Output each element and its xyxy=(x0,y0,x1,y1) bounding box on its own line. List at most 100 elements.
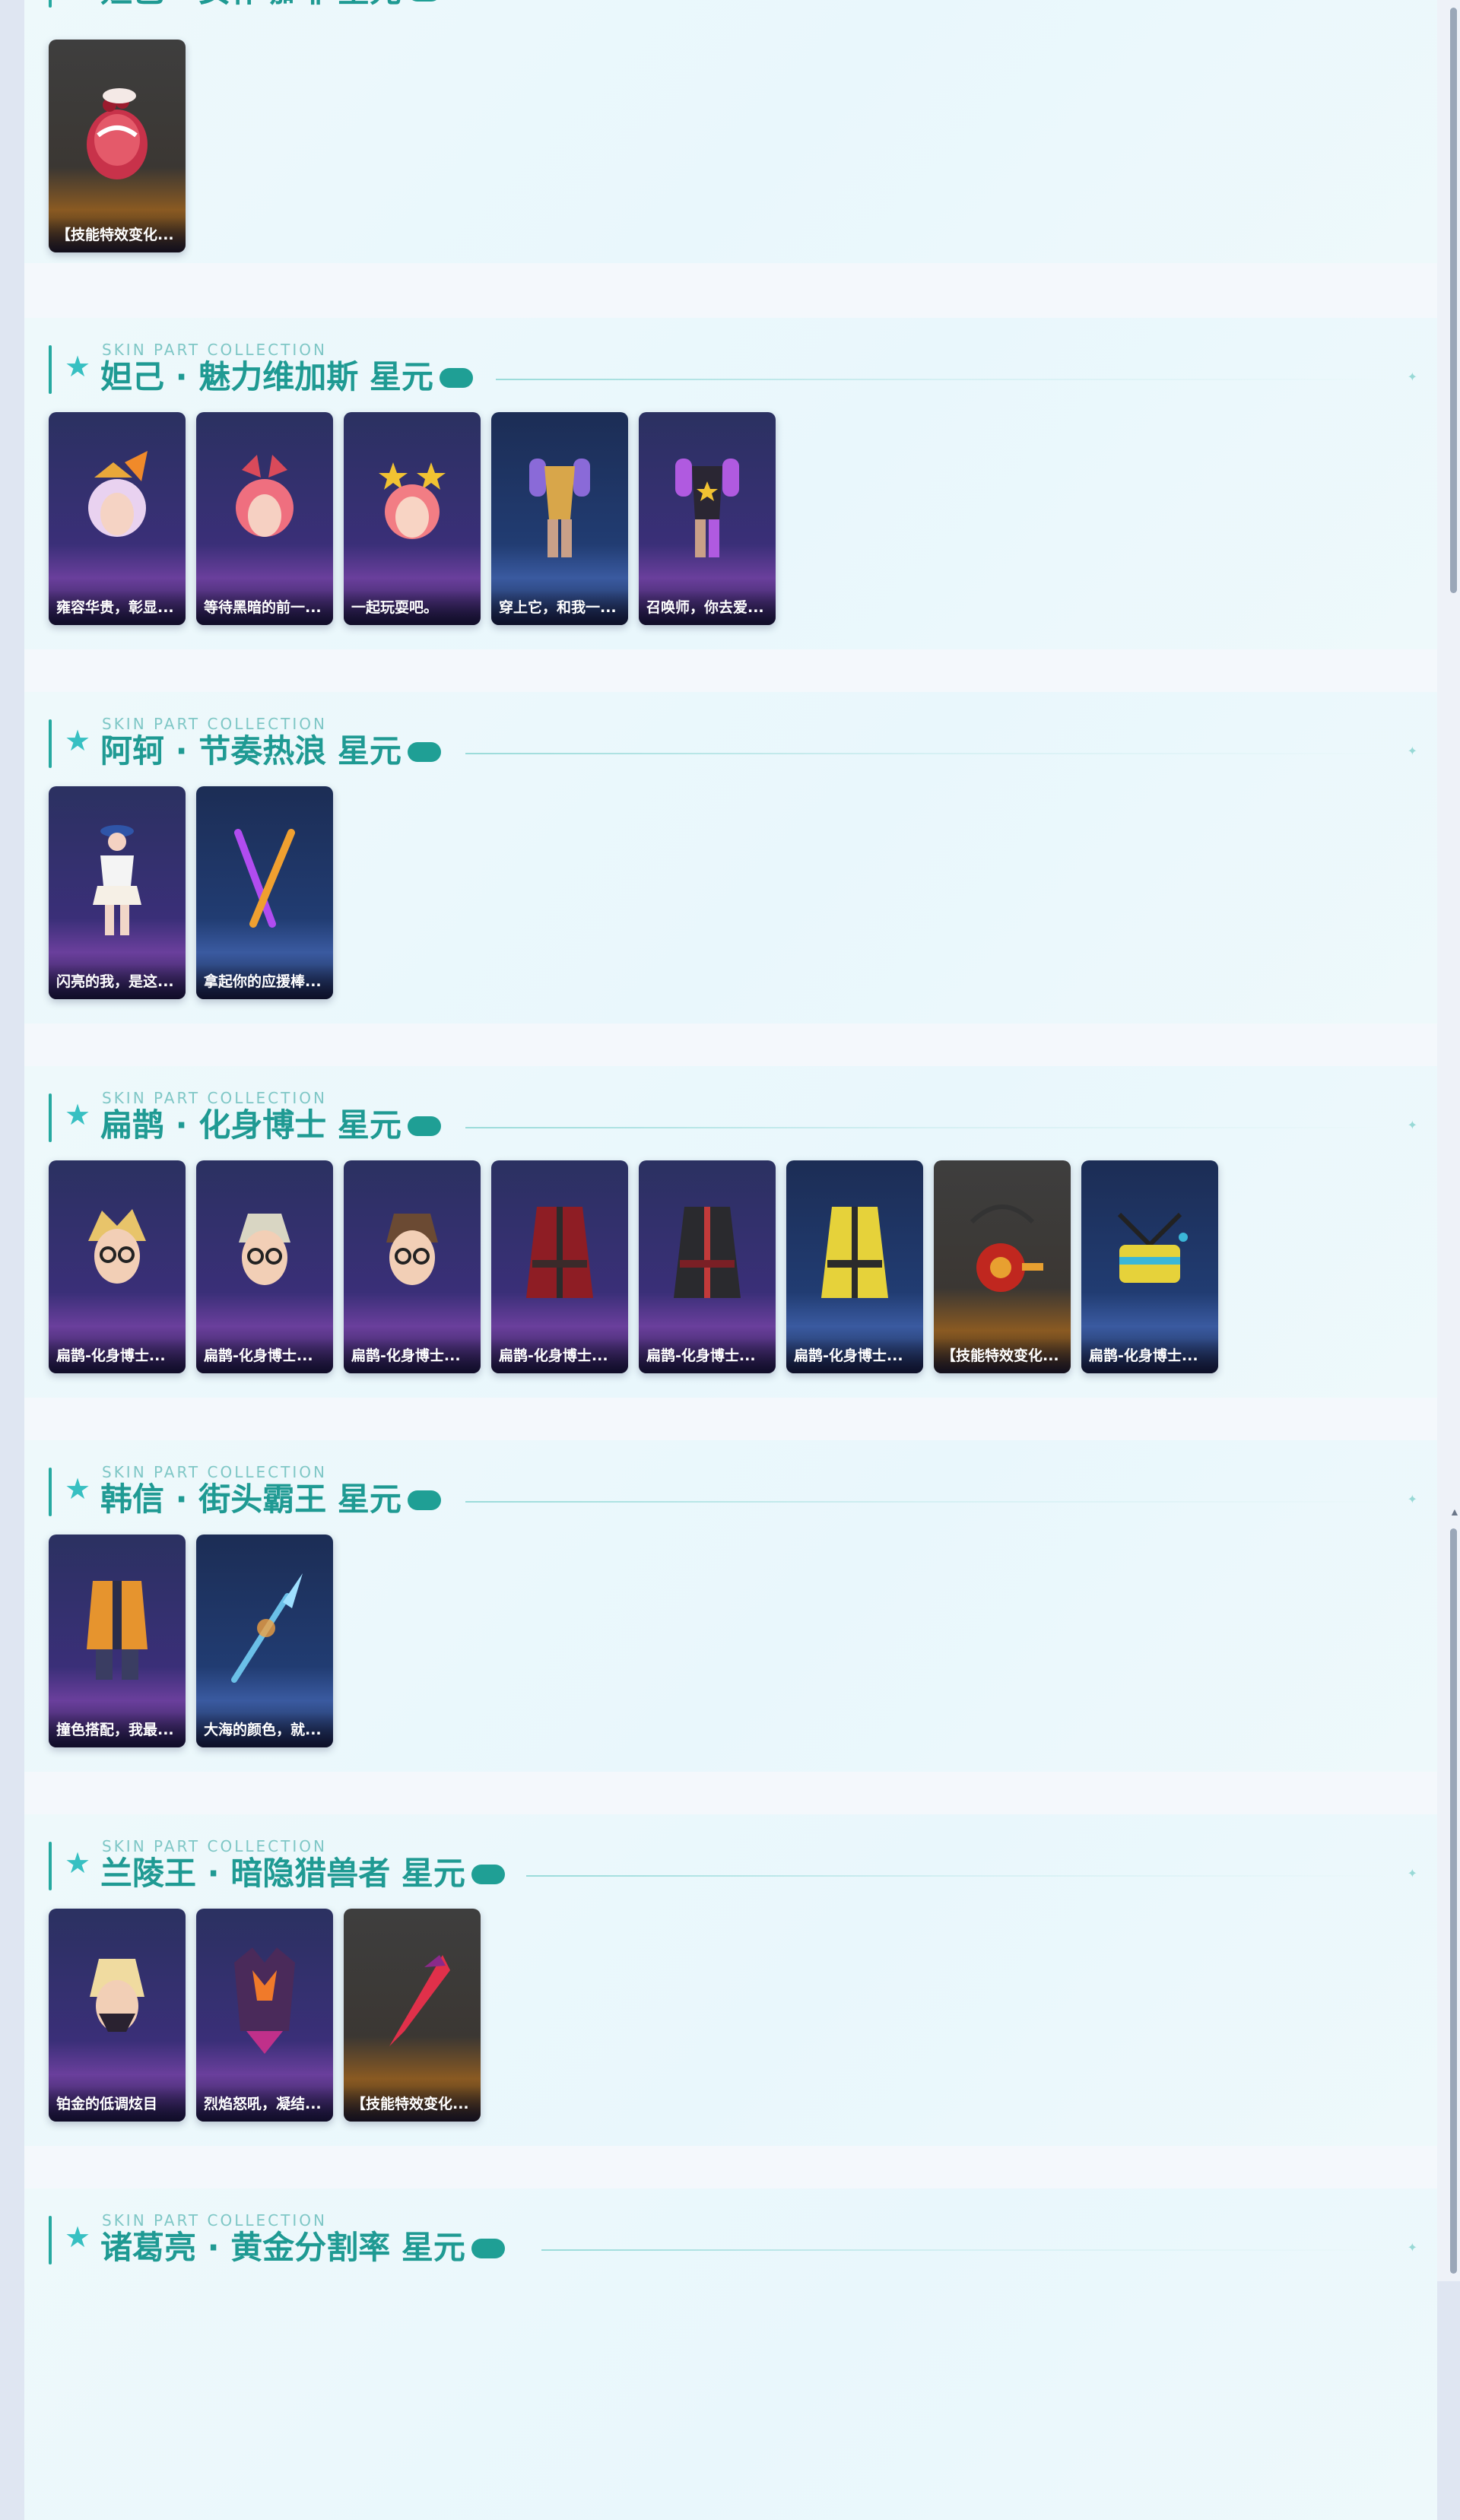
red-bag-skill-effect-icon xyxy=(957,1188,1048,1317)
skin-part-card[interactable]: 雍容华贵，彰显... xyxy=(49,412,186,625)
sparkle-icon: ✦ xyxy=(1407,1118,1417,1132)
rarity-tag xyxy=(407,741,441,762)
skin-part-card[interactable]: 召唤师，你去爱... xyxy=(639,412,776,625)
blue-spear-icon xyxy=(219,1562,310,1691)
sparkle-icon: ✦ xyxy=(1407,1866,1417,1880)
collection-section: ★ SKIN PART COLLECTION 扁鹊 · 化身博士 星元 ✦ 扁鹊… xyxy=(24,1066,1437,1398)
skin-part-card[interactable]: 扁鹊-化身博士... xyxy=(786,1160,923,1373)
masked-head-icon xyxy=(71,1936,163,2065)
section-divider-line xyxy=(465,1127,1392,1128)
section-accent-bar xyxy=(49,1842,52,1890)
card-label: 扁鹊-化身博士... xyxy=(491,1338,628,1373)
scrollbar-thumb[interactable] xyxy=(1450,1528,1457,2274)
section-title: 妲己 · 魅力维加斯 星元 xyxy=(100,356,473,398)
section-title: 诸葛亮 · 黄金分割率 星元 xyxy=(100,2226,505,2269)
skin-part-card[interactable]: 穿上它，和我一... xyxy=(491,412,628,625)
card-label: 扁鹊-化身博士... xyxy=(196,1338,333,1373)
yellow-bag-icon xyxy=(1104,1188,1195,1317)
section-title-text: 兰陵王 · 暗隐猎兽者 星元 xyxy=(100,1855,465,1892)
card-label: 召唤师，你去爱... xyxy=(639,590,776,625)
section-title-text: 韩信 · 街头霸王 星元 xyxy=(100,1481,402,1518)
star-icon: ★ xyxy=(64,2220,91,2254)
cheer-outfit-icon xyxy=(71,814,163,943)
scrollbar-thumb[interactable] xyxy=(1450,8,1457,593)
red-blade-skill-effect-icon xyxy=(367,1936,458,2065)
skin-part-card[interactable]: 【技能特效变化... xyxy=(49,40,186,252)
skin-part-card[interactable]: 【技能特效变化... xyxy=(934,1160,1071,1373)
card-label: 铂金的低调炫目 xyxy=(49,2087,186,2122)
collection-section: ★ SKIN PART COLLECTION 阿轲 · 节奏热浪 星元 ✦ 闪亮… xyxy=(24,692,1437,1024)
section-accent-bar xyxy=(49,345,52,394)
card-label: 雍容华贵，彰显... xyxy=(49,590,186,625)
skin-part-card[interactable]: 扁鹊-化身博士... xyxy=(49,1160,186,1373)
brown-glasses-head-icon xyxy=(367,1188,458,1317)
cake-skill-effect-icon xyxy=(71,67,163,196)
flame-armor-icon xyxy=(219,1936,310,2065)
sparkle-icon: ✦ xyxy=(1407,1492,1417,1506)
scroll-up-arrow-icon[interactable]: ▲ xyxy=(1449,1506,1460,1518)
skin-part-card[interactable]: 【技能特效变化... xyxy=(344,1909,481,2122)
skin-part-card[interactable]: 铂金的低调炫目 xyxy=(49,1909,186,2122)
collection-section: ★ SKIN PART COLLECTION 兰陵王 · 暗隐猎兽者 星元 ✦ … xyxy=(24,1814,1437,2146)
card-label: 扁鹊-化身博士... xyxy=(1081,1338,1218,1373)
skin-part-card[interactable]: 扁鹊-化身博士... xyxy=(196,1160,333,1373)
card-label: 烈焰怒吼，凝结... xyxy=(196,2087,333,2122)
section-accent-bar xyxy=(49,1468,52,1516)
skin-part-card[interactable]: 大海的颜色，就... xyxy=(196,1535,333,1747)
yellow-coat-icon xyxy=(809,1188,900,1317)
gold-outfit-icon xyxy=(514,440,605,569)
sparkle-icon: ✦ xyxy=(1407,370,1417,384)
star-icon: ★ xyxy=(64,1098,91,1131)
skin-part-card[interactable]: 撞色搭配，我最... xyxy=(49,1535,186,1747)
silver-glasses-head-icon xyxy=(219,1188,310,1317)
section-title-text: 诸葛亮 · 黄金分割率 星元 xyxy=(100,2229,465,2266)
red-coat-icon xyxy=(514,1188,605,1317)
card-label: 扁鹊-化身博士... xyxy=(639,1338,776,1373)
skin-part-card[interactable]: 拿起你的应援棒... xyxy=(196,786,333,999)
section-divider-line xyxy=(541,2249,1392,2251)
card-label: 扁鹊-化身博士... xyxy=(344,1338,481,1373)
section-title-text: 阿轲 · 节奏热浪 星元 xyxy=(100,732,402,770)
black-coat-icon xyxy=(662,1188,753,1317)
glow-stick-icon xyxy=(219,814,310,943)
section-accent-bar xyxy=(49,719,52,768)
orange-jacket-icon xyxy=(71,1562,163,1691)
section-accent-bar xyxy=(49,0,52,8)
black-outfit-icon xyxy=(662,440,753,569)
skin-part-card[interactable]: 扁鹊-化身博士... xyxy=(639,1160,776,1373)
skin-part-card[interactable]: 烈焰怒吼，凝结... xyxy=(196,1909,333,2122)
section-accent-bar xyxy=(49,1093,52,1142)
sparkle-icon: ✦ xyxy=(1407,744,1417,758)
collection-section: ★ SKIN PART COLLECTION 妲己 · 魅力维加斯 星元 ✦ 雍… xyxy=(24,318,1437,649)
star-icon: ★ xyxy=(64,350,91,383)
card-label: 闪亮的我，是这... xyxy=(49,964,186,999)
skin-part-card[interactable]: 扁鹊-化身博士... xyxy=(491,1160,628,1373)
star-hair-head-icon xyxy=(367,440,458,569)
rarity-tag xyxy=(407,0,441,2)
collection-section: ★ SKIN PART COLLECTION 韩信 · 街头霸王 星元 ✦ 撞色… xyxy=(24,1440,1437,1772)
section-title: 兰陵王 · 暗隐猎兽者 星元 xyxy=(100,1852,505,1895)
collection-section: ★ SKIN PART COLLECTION 妲己 · 女仆咖啡 星元 ✦ 【技… xyxy=(24,0,1437,263)
rarity-tag xyxy=(471,1864,505,1884)
section-divider-line xyxy=(465,1501,1392,1503)
rarity-tag xyxy=(407,1490,441,1510)
section-title: 阿轲 · 节奏热浪 星元 xyxy=(100,730,441,773)
section-title: 妲己 · 女仆咖啡 星元 xyxy=(100,0,441,12)
card-label: 拿起你的应援棒... xyxy=(196,964,333,999)
blonde-glasses-head-icon xyxy=(71,1188,163,1317)
skin-part-card[interactable]: 闪亮的我，是这... xyxy=(49,786,186,999)
section-title-text: 妲己 · 魅力维加斯 星元 xyxy=(100,358,433,395)
section-title: 韩信 · 街头霸王 星元 xyxy=(100,1478,441,1521)
skin-part-card[interactable]: 一起玩耍吧。 xyxy=(344,412,481,625)
skin-part-card[interactable]: 扁鹊-化身博士... xyxy=(344,1160,481,1373)
sparkle-icon: ✦ xyxy=(1407,2240,1417,2255)
skin-part-card[interactable]: 等待黑暗的前一... xyxy=(196,412,333,625)
skin-part-card[interactable]: 扁鹊-化身博士... xyxy=(1081,1160,1218,1373)
section-divider-line xyxy=(526,1875,1392,1877)
card-label: 扁鹊-化身博士... xyxy=(49,1338,186,1373)
page-container: ★ SKIN PART COLLECTION 妲己 · 女仆咖啡 星元 ✦ 【技… xyxy=(24,0,1437,2520)
card-label: 穿上它，和我一... xyxy=(491,590,628,625)
card-label: 【技能特效变化... xyxy=(934,1338,1071,1373)
section-divider-line xyxy=(496,379,1392,380)
section-accent-bar xyxy=(49,2216,52,2265)
